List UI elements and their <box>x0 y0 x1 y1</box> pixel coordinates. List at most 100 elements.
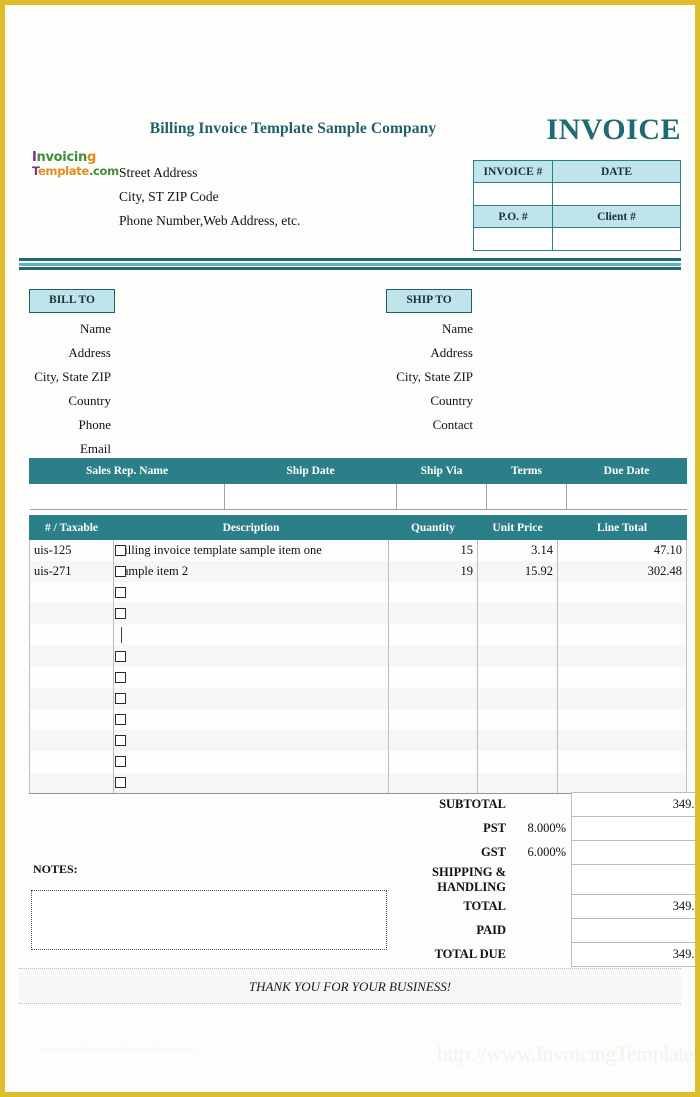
line-item-line-total[interactable] <box>557 751 687 773</box>
line-item-number[interactable] <box>29 645 114 667</box>
line-item-description[interactable] <box>113 751 389 773</box>
totals-rate[interactable] <box>511 943 572 967</box>
line-item-number[interactable]: uis-125 <box>29 539 114 561</box>
po-number-field[interactable] <box>473 227 553 251</box>
totals-rate[interactable] <box>511 865 572 895</box>
line-item-number[interactable] <box>29 687 114 709</box>
totals-rate[interactable] <box>511 895 572 919</box>
line-item-quantity[interactable] <box>388 772 478 795</box>
line-item-line-total[interactable] <box>557 709 687 731</box>
taxable-checkbox[interactable] <box>115 671 126 683</box>
ship-to-city-state-zip[interactable]: City, State ZIP <box>365 366 473 390</box>
taxable-checkbox[interactable] <box>115 544 126 556</box>
line-item-description[interactable] <box>113 645 389 667</box>
bill-to-name[interactable]: Name <box>5 318 111 342</box>
bill-to-address[interactable]: Address <box>5 342 111 366</box>
line-item-number[interactable] <box>29 772 114 795</box>
line-item-quantity[interactable] <box>388 687 478 709</box>
taxable-checkbox[interactable] <box>115 586 126 598</box>
line-item-quantity[interactable] <box>388 603 478 625</box>
line-item-number[interactable] <box>29 624 114 646</box>
totals-amount[interactable]: - <box>571 918 695 943</box>
bill-to-country[interactable]: Country <box>5 390 111 414</box>
line-item-quantity[interactable] <box>388 730 478 752</box>
line-item-line-total[interactable] <box>557 645 687 667</box>
line-item-unit-price[interactable]: 15.92 <box>477 560 558 582</box>
line-item-description[interactable] <box>113 624 389 646</box>
line-item-unit-price[interactable] <box>477 666 558 688</box>
totals-amount[interactable]: 349.58 <box>571 792 695 817</box>
line-item-unit-price[interactable] <box>477 645 558 667</box>
ship-to-name[interactable]: Name <box>365 318 473 342</box>
taxable-checkbox[interactable] <box>115 756 126 768</box>
line-item-number[interactable] <box>29 603 114 625</box>
taxable-checkbox[interactable] <box>115 777 126 789</box>
totals-amount[interactable]: - <box>571 864 695 895</box>
line-item-line-total[interactable] <box>557 603 687 625</box>
line-item-unit-price[interactable] <box>477 624 558 646</box>
totals-amount[interactable]: - <box>571 840 695 865</box>
client-number-field[interactable] <box>552 227 681 251</box>
totals-rate[interactable] <box>511 919 572 943</box>
line-item-description[interactable] <box>113 730 389 752</box>
line-item-unit-price[interactable] <box>477 730 558 752</box>
line-item-number[interactable] <box>29 730 114 752</box>
line-item-description[interactable] <box>113 709 389 731</box>
line-item-number[interactable] <box>29 666 114 688</box>
line-item-line-total[interactable]: 302.48 <box>557 560 687 582</box>
line-item-number[interactable] <box>29 709 114 731</box>
line-item-unit-price[interactable]: 3.14 <box>477 539 558 561</box>
line-item-description[interactable] <box>113 666 389 688</box>
line-item-quantity[interactable] <box>388 666 478 688</box>
taxable-checkbox[interactable] <box>115 608 126 620</box>
line-item-description[interactable]: sample item 2 <box>113 560 389 582</box>
line-item-quantity[interactable] <box>388 645 478 667</box>
line-item-unit-price[interactable] <box>477 603 558 625</box>
ship-to-contact[interactable]: Contact <box>365 414 473 438</box>
taxable-checkbox[interactable] <box>115 565 126 577</box>
line-item-line-total[interactable] <box>557 687 687 709</box>
line-item-line-total[interactable] <box>557 624 687 646</box>
ship-to-country[interactable]: Country <box>365 390 473 414</box>
line-item-quantity[interactable]: 19 <box>388 560 478 582</box>
line-item-description[interactable] <box>113 687 389 709</box>
taxable-checkbox[interactable] <box>115 714 126 726</box>
totals-rate[interactable]: 8.000% <box>511 817 572 841</box>
line-item-description[interactable]: billing invoice template sample item one <box>113 539 389 561</box>
line-item-quantity[interactable] <box>388 624 478 646</box>
line-item-number[interactable]: uis-271 <box>29 560 114 582</box>
line-item-line-total[interactable] <box>557 581 687 604</box>
line-item-number[interactable] <box>29 751 114 773</box>
line-item-line-total[interactable] <box>557 666 687 688</box>
line-item-quantity[interactable] <box>388 709 478 731</box>
line-item-unit-price[interactable] <box>477 751 558 773</box>
line-item-unit-price[interactable] <box>477 709 558 731</box>
totals-rate[interactable] <box>511 793 572 817</box>
taxable-checkbox[interactable] <box>115 692 126 704</box>
taxable-checkbox[interactable] <box>115 735 126 747</box>
taxable-checkbox[interactable] <box>115 650 126 662</box>
ship-date-field[interactable] <box>224 483 397 510</box>
totals-amount[interactable]: 349.58 <box>571 942 695 967</box>
line-item-line-total[interactable] <box>557 772 687 795</box>
line-item-number[interactable] <box>29 581 114 604</box>
sales-rep-name-field[interactable] <box>29 483 225 510</box>
notes-input[interactable] <box>31 890 387 950</box>
totals-rate[interactable]: 6.000% <box>511 841 572 865</box>
line-item-unit-price[interactable] <box>477 581 558 604</box>
line-item-unit-price[interactable] <box>477 772 558 795</box>
totals-amount[interactable]: - <box>571 816 695 841</box>
due-date-field[interactable] <box>566 483 687 510</box>
totals-amount[interactable]: 349.58 <box>571 894 695 919</box>
ship-to-address[interactable]: Address <box>365 342 473 366</box>
line-item-description[interactable] <box>113 581 389 604</box>
line-item-unit-price[interactable] <box>477 687 558 709</box>
terms-field[interactable] <box>486 483 567 510</box>
line-item-description[interactable] <box>113 603 389 625</box>
ship-via-field[interactable] <box>396 483 487 510</box>
invoice-number-field[interactable] <box>473 182 553 206</box>
line-item-quantity[interactable] <box>388 581 478 604</box>
bill-to-phone[interactable]: Phone <box>5 414 112 438</box>
line-item-quantity[interactable]: 15 <box>388 539 478 561</box>
line-item-description[interactable] <box>113 772 389 795</box>
